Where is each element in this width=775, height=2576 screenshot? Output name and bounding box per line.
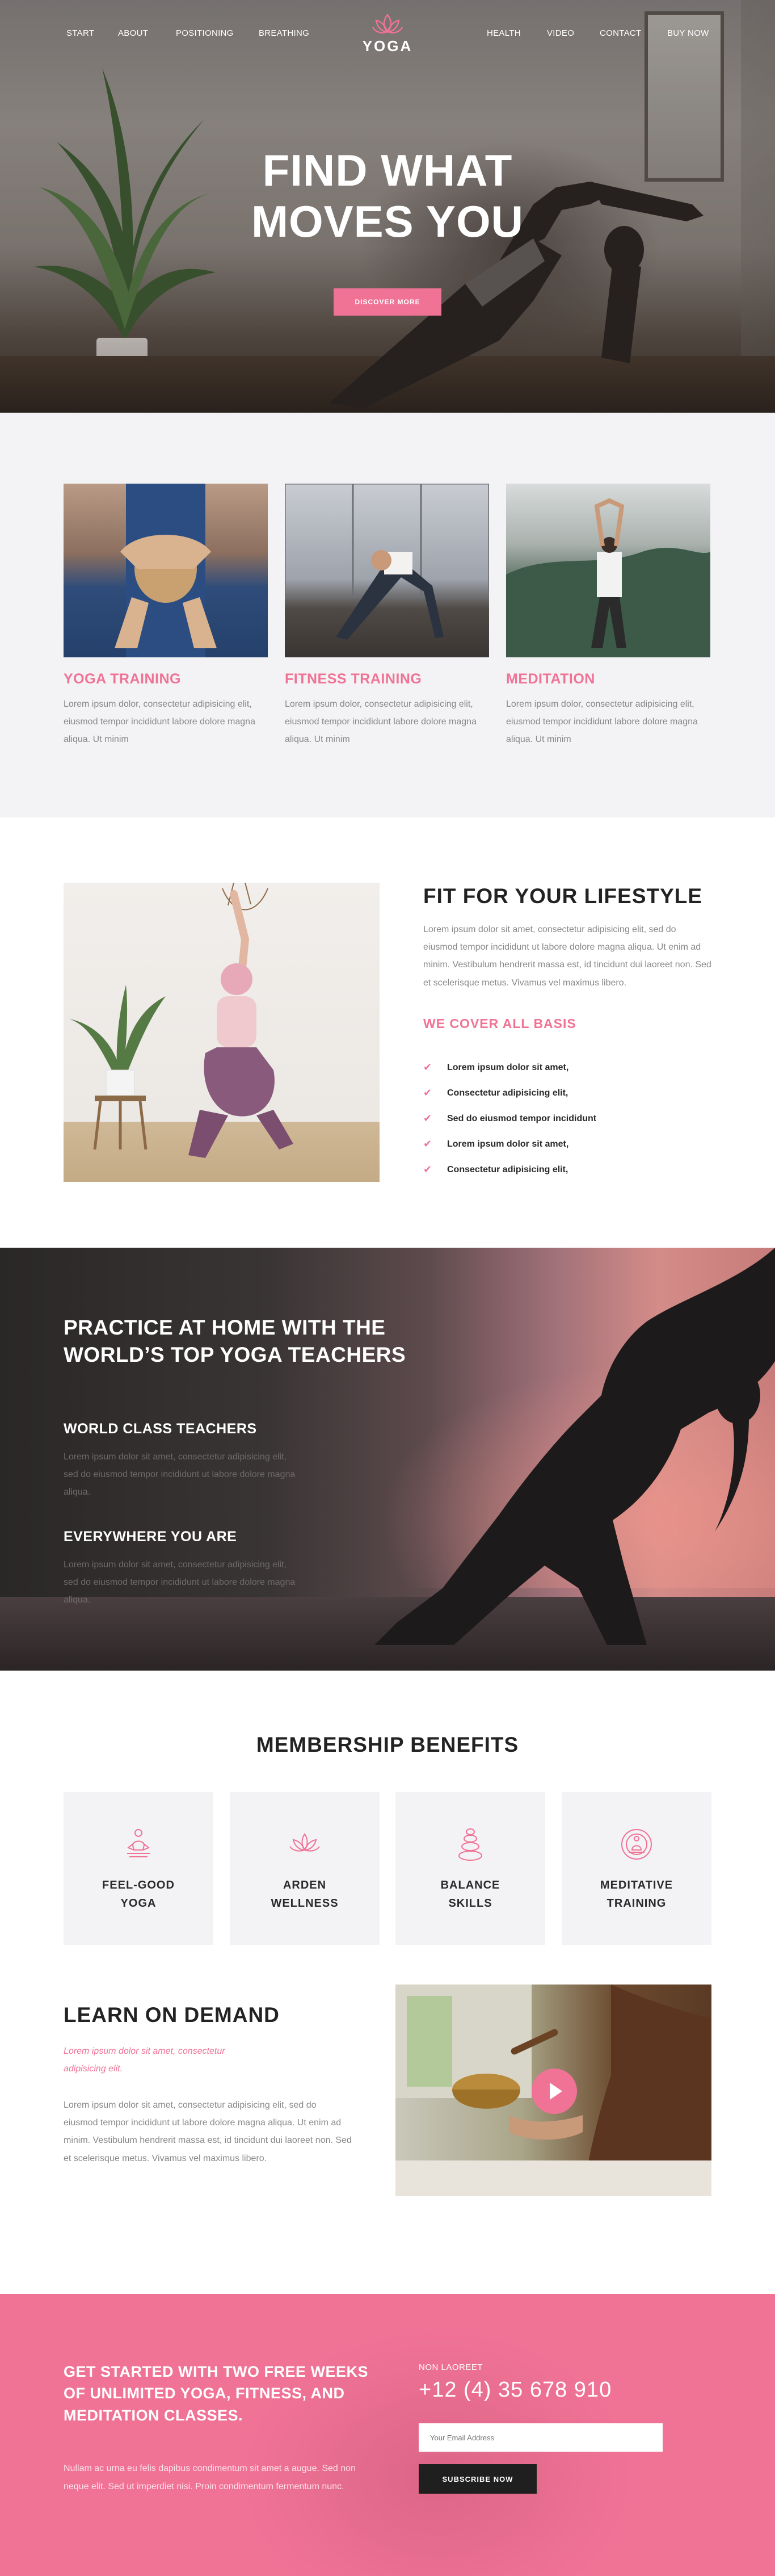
site-logo[interactable]: YOGA (359, 12, 416, 55)
hero-title-line-2: MOVES YOU (251, 196, 524, 247)
list-item: ✔ Sed do eiusmod tempor incididunt (423, 1106, 596, 1131)
learn-title: LEARN ON DEMAND (64, 2003, 280, 2027)
signup-section: GET STARTED WITH TWO FREE WEEKS OF UNLIM… (0, 2294, 775, 2576)
nav-link-breathing[interactable]: BREATHING (259, 28, 309, 38)
learn-section: LEARN ON DEMAND Lorem ipsum dolor sit am… (0, 1985, 775, 2294)
check-icon: ✔ (423, 1113, 432, 1124)
lotus-logo-icon (372, 14, 403, 33)
membership-section: MEMBERSHIP BENEFITS FEEL-GOOD YOGA ARDEN… (0, 1671, 775, 1985)
list-item: ✔ Consectetur adipisicing elit, (423, 1157, 596, 1182)
lifestyle-subtitle: WE COVER ALL BASIS (423, 1016, 576, 1031)
yoga-silhouette-image (374, 1248, 775, 1645)
benefit-card-arden-wellness[interactable]: ARDEN WELLNESS (230, 1792, 380, 1945)
hero-title: FIND WHAT MOVES YOU (0, 145, 775, 247)
check-icon: ✔ (423, 1138, 432, 1149)
benefit-label: MEDITATIVE TRAINING (600, 1879, 673, 1910)
yoga-mat-figure-image (115, 484, 217, 657)
service-text: Lorem ipsum dolor, consectetur adipisici… (64, 699, 255, 745)
service-card-yoga-training[interactable]: YOGA TRAINING Lorem ipsum dolor, consect… (64, 484, 268, 749)
list-item: ✔ Lorem ipsum dolor sit amet, (423, 1131, 596, 1157)
list-item-label: Consectetur adipisicing elit, (447, 1088, 568, 1098)
nav-link-buy-now[interactable]: BUY NOW (667, 28, 709, 38)
logo-text: YOGA (362, 37, 413, 54)
lifestyle-title: FIT FOR YOUR LIFESTYLE (423, 884, 703, 908)
services-section: YOGA TRAINING Lorem ipsum dolor, consect… (0, 413, 775, 817)
hero-title-line-1: FIND WHAT (262, 145, 513, 195)
list-item-label: Lorem ipsum dolor sit amet, (447, 1139, 569, 1149)
meditating-person-icon (127, 1829, 150, 1857)
service-card-fitness-training[interactable]: FITNESS TRAINING Lorem ipsum dolor, cons… (285, 484, 489, 749)
lifestyle-section: FIT FOR YOUR LIFESTYLE Lorem ipsum dolor… (0, 817, 775, 1248)
service-title: YOGA TRAINING (64, 671, 181, 687)
practice-text-everywhere: Lorem ipsum dolor sit amet, consectetur … (64, 1560, 296, 1605)
learn-body: Lorem ipsum dolor sit amet, consectetur … (64, 2100, 352, 2163)
check-icon: ✔ (423, 1164, 432, 1175)
list-item: ✔ Lorem ipsum dolor sit amet, (423, 1055, 596, 1080)
top-navigation: START ABOUT POSITIONING BREATHING YOGA H… (0, 0, 775, 68)
lifestyle-photo (64, 883, 380, 1182)
stacked-stones-icon (458, 1828, 482, 1861)
service-title: FITNESS TRAINING (285, 671, 422, 687)
fitness-figure-image (285, 484, 489, 640)
list-item: ✔ Consectetur adipisicing elit, (423, 1080, 596, 1106)
nav-link-health[interactable]: HEALTH (487, 28, 521, 38)
practice-heading-teachers: WORLD CLASS TEACHERS (64, 1421, 257, 1437)
discover-more-button[interactable]: DISCOVER MORE (334, 288, 441, 316)
membership-title: MEMBERSHIP BENEFITS (256, 1733, 519, 1756)
benefit-card-balance-skills[interactable]: BALANCE SKILLS (395, 1792, 545, 1945)
check-icon: ✔ (423, 1062, 432, 1073)
phone-number[interactable]: +12 (4) 35 678 910 (419, 2378, 612, 2402)
practice-heading-everywhere: EVERYWHERE YOU ARE (64, 1529, 237, 1545)
contact-label: NON LAOREET (419, 2363, 483, 2372)
benefit-label: BALANCE SKILLS (440, 1879, 500, 1910)
learn-quote: Lorem ipsum dolor sit amet, consectetur … (64, 2046, 225, 2074)
check-icon: ✔ (423, 1087, 432, 1098)
fitness-training-photo (285, 484, 489, 657)
video-thumbnail[interactable] (395, 1985, 711, 2196)
list-item-label: Consectetur adipisicing elit, (447, 1164, 568, 1174)
nav-link-video[interactable]: VIDEO (547, 28, 574, 38)
lotus-icon (289, 1833, 320, 1852)
nav-link-contact[interactable]: CONTACT (600, 28, 641, 38)
hero-section: START ABOUT POSITIONING BREATHING YOGA H… (0, 0, 775, 413)
yoga-pose-image (69, 883, 293, 1158)
meditation-figure-image (506, 498, 710, 657)
benefit-card-meditative-training[interactable]: MEDITATIVE TRAINING (562, 1792, 711, 1945)
service-title: MEDITATION (506, 671, 595, 687)
service-text: Lorem ipsum dolor, consectetur adipisici… (506, 699, 698, 745)
meditation-sun-icon (621, 1829, 652, 1860)
yoga-training-photo (64, 484, 268, 657)
service-text: Lorem ipsum dolor, consectetur adipisici… (285, 699, 477, 745)
lifestyle-checklist: ✔ Lorem ipsum dolor sit amet, ✔ Consectetu… (423, 1055, 596, 1182)
practice-section: PRACTICE AT HOME WITH THE WORLD’S TOP YO… (0, 1248, 775, 1671)
benefit-card-feel-good-yoga[interactable]: FEEL-GOOD YOGA (64, 1792, 213, 1945)
nav-link-about[interactable]: ABOUT (118, 28, 148, 38)
play-button[interactable] (532, 2069, 577, 2114)
email-field[interactable] (419, 2423, 663, 2452)
list-item-label: Sed do eiusmod tempor incididunt (447, 1113, 597, 1123)
signup-text: Nullam ac urna eu felis dapibus condimen… (64, 2464, 356, 2491)
benefit-label: FEEL-GOOD YOGA (102, 1879, 175, 1910)
service-card-meditation[interactable]: MEDITATION Lorem ipsum dolor, consectetu… (506, 484, 710, 749)
nav-link-positioning[interactable]: POSITIONING (176, 28, 234, 38)
practice-title: PRACTICE AT HOME WITH THE WORLD’S TOP YO… (64, 1316, 406, 1367)
meditation-photo (506, 484, 710, 657)
practice-text-teachers: Lorem ipsum dolor sit amet, consectetur … (64, 1452, 296, 1497)
lifestyle-lead: Lorem ipsum dolor sit amet, consectetur … (423, 925, 711, 988)
signup-title: GET STARTED WITH TWO FREE WEEKS OF UNLIM… (64, 2363, 368, 2424)
list-item-label: Lorem ipsum dolor sit amet, (447, 1062, 569, 1072)
subscribe-button[interactable]: SUBSCRIBE NOW (419, 2464, 537, 2494)
benefit-label: ARDEN WELLNESS (271, 1879, 339, 1910)
nav-link-start[interactable]: START (66, 28, 94, 38)
